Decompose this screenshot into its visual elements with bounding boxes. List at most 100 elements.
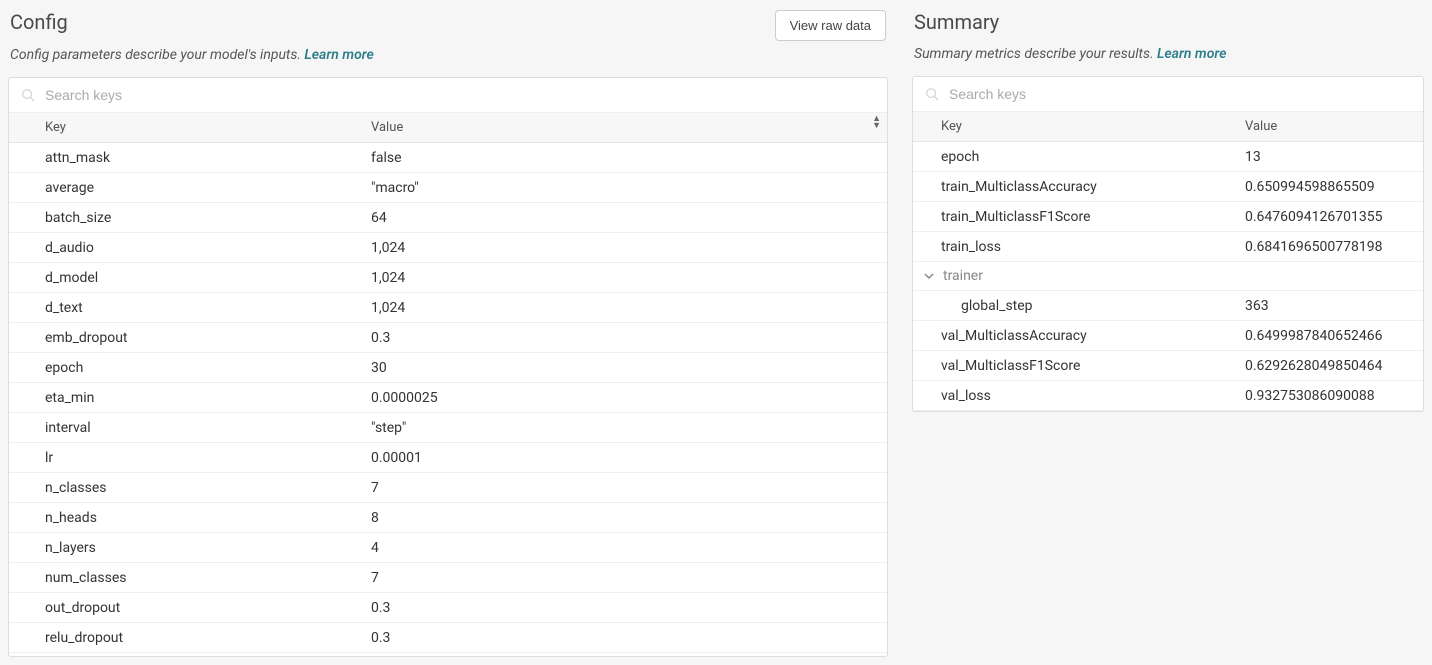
search-icon	[925, 87, 939, 101]
table-row[interactable]: val_MulticlassF1Score0.6292628049850464	[913, 351, 1423, 381]
cell-key: val_MulticlassF1Score	[913, 352, 1233, 380]
cell-key: d_text	[9, 294, 359, 322]
config-learn-more-link[interactable]: Learn more	[304, 47, 373, 63]
config-table-header: Key Value ▲▼	[9, 113, 887, 143]
table-row[interactable]: average"macro"	[9, 173, 887, 203]
cell-key: out_dropout	[9, 594, 359, 622]
table-row[interactable]: out_dropout0.3	[9, 593, 887, 623]
table-row[interactable]: relu_dropout0.3	[9, 623, 887, 653]
cell-key: val_MulticlassAccuracy	[913, 322, 1233, 350]
summary-search-row	[913, 77, 1423, 112]
table-row[interactable]: val_loss0.932753086090088	[913, 381, 1423, 411]
cell-key: epoch	[9, 354, 359, 382]
summary-subtitle: Summary metrics describe your results. L…	[914, 46, 1424, 62]
cell-key: n_heads	[9, 504, 359, 532]
cell-key: d_audio	[9, 234, 359, 262]
cell-value: 0.650994598865509	[1233, 173, 1423, 201]
cell-key: global_step	[913, 292, 1233, 320]
cell-key: eta_min	[9, 384, 359, 412]
table-row[interactable]: res_dropout0.3	[9, 653, 887, 656]
cell-value: 4	[359, 534, 887, 562]
group-label: trainer	[943, 268, 983, 284]
config-title: Config	[10, 10, 68, 34]
cell-value: 0.6292628049850464	[1233, 352, 1423, 380]
config-col-value[interactable]: Value	[359, 113, 887, 142]
cell-key: n_classes	[9, 474, 359, 502]
cell-value: "macro"	[359, 174, 887, 202]
cell-key: interval	[9, 414, 359, 442]
summary-title: Summary	[914, 10, 999, 34]
table-row[interactable]: lr0.00001	[9, 443, 887, 473]
cell-value: 0.3	[359, 654, 887, 657]
summary-search-input[interactable]	[947, 85, 1411, 103]
table-row[interactable]: train_MulticlassF1Score0.647609412670135…	[913, 202, 1423, 232]
table-row[interactable]: batch_size64	[9, 203, 887, 233]
cell-value: 30	[359, 354, 887, 382]
cell-value: 13	[1233, 143, 1423, 171]
table-row[interactable]: train_MulticlassAccuracy0.65099459886550…	[913, 172, 1423, 202]
config-subtitle-text: Config parameters describe your model's …	[10, 47, 304, 63]
table-row[interactable]: global_step363	[913, 291, 1423, 321]
cell-value: 0.6476094126701355	[1233, 203, 1423, 231]
config-panel: Config View raw data Config parameters d…	[8, 6, 888, 659]
cell-key: average	[9, 174, 359, 202]
config-col-key[interactable]: Key	[9, 113, 359, 142]
table-row[interactable]: train_loss0.6841696500778198	[913, 232, 1423, 262]
cell-key: lr	[9, 444, 359, 472]
summary-learn-more-link[interactable]: Learn more	[1157, 46, 1226, 62]
table-row[interactable]: emb_dropout0.3	[9, 323, 887, 353]
table-row[interactable]: d_audio1,024	[9, 233, 887, 263]
table-row[interactable]: n_classes7	[9, 473, 887, 503]
cell-key: res_dropout	[9, 654, 359, 657]
cell-key: attn_mask	[9, 144, 359, 172]
table-row[interactable]: n_heads8	[9, 503, 887, 533]
config-subtitle: Config parameters describe your model's …	[10, 47, 888, 63]
table-row[interactable]: interval"step"	[9, 413, 887, 443]
sort-indicator-icon[interactable]: ▲▼	[872, 116, 881, 130]
cell-value: "step"	[359, 414, 887, 442]
cell-value: 0.3	[359, 324, 887, 352]
summary-table-body[interactable]: epoch13train_MulticlassAccuracy0.6509945…	[913, 142, 1423, 411]
cell-value: 363	[1233, 292, 1423, 320]
table-row[interactable]: val_MulticlassAccuracy0.6499987840652466	[913, 321, 1423, 351]
cell-value: 0.6499987840652466	[1233, 322, 1423, 350]
cell-value: 0.3	[359, 624, 887, 652]
table-row[interactable]: d_text1,024	[9, 293, 887, 323]
summary-col-key[interactable]: Key	[913, 112, 1233, 141]
cell-value: false	[359, 144, 887, 172]
table-row[interactable]: attn_maskfalse	[9, 143, 887, 173]
config-search-input[interactable]	[43, 86, 875, 104]
table-row[interactable]: epoch30	[9, 353, 887, 383]
table-row[interactable]: epoch13	[913, 142, 1423, 172]
cell-value: 0.6841696500778198	[1233, 233, 1423, 261]
group-row-trainer[interactable]: trainer	[913, 262, 1423, 291]
cell-value: 64	[359, 204, 887, 232]
table-row[interactable]: num_classes7	[9, 563, 887, 593]
cell-value: 0.0000025	[359, 384, 887, 412]
summary-col-value[interactable]: Value	[1233, 112, 1423, 141]
cell-key: train_MulticlassF1Score	[913, 203, 1233, 231]
config-table-card: Key Value ▲▼ attn_maskfalseaverage"macro…	[8, 77, 888, 657]
table-row[interactable]: d_model1,024	[9, 263, 887, 293]
cell-value: 7	[359, 564, 887, 592]
cell-key: train_MulticlassAccuracy	[913, 173, 1233, 201]
summary-panel: Summary Summary metrics describe your re…	[912, 6, 1424, 659]
summary-table-header: Key Value	[913, 112, 1423, 142]
summary-subtitle-text: Summary metrics describe your results.	[914, 46, 1157, 62]
cell-value: 7	[359, 474, 887, 502]
cell-key: num_classes	[9, 564, 359, 592]
cell-key: relu_dropout	[9, 624, 359, 652]
view-raw-data-button[interactable]: View raw data	[775, 10, 886, 41]
cell-key: batch_size	[9, 204, 359, 232]
cell-key: d_model	[9, 264, 359, 292]
table-row[interactable]: eta_min0.0000025	[9, 383, 887, 413]
cell-value: 0.00001	[359, 444, 887, 472]
config-search-row	[9, 78, 887, 113]
cell-value: 1,024	[359, 234, 887, 262]
search-icon	[21, 88, 35, 102]
chevron-down-icon	[923, 270, 935, 282]
table-row[interactable]: n_layers4	[9, 533, 887, 563]
config-table-body[interactable]: attn_maskfalseaverage"macro"batch_size64…	[9, 143, 887, 656]
cell-key: val_loss	[913, 382, 1233, 410]
cell-value: 1,024	[359, 264, 887, 292]
